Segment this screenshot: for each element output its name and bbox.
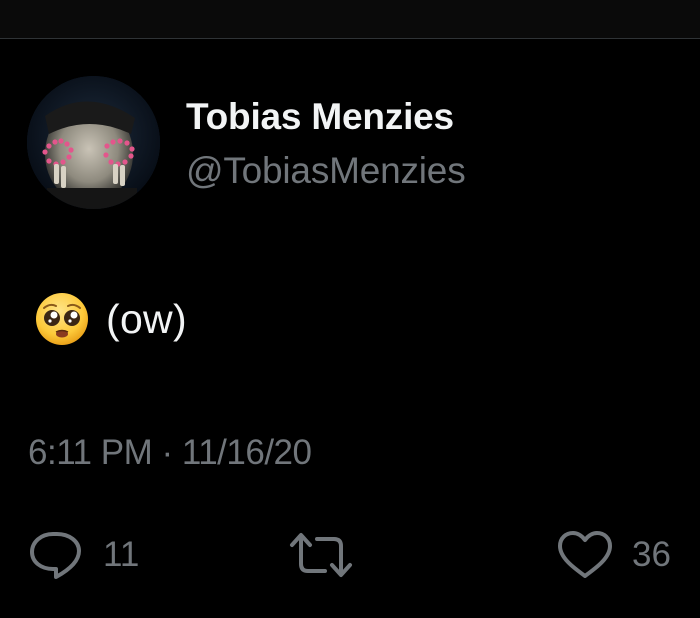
like-count: 36 xyxy=(632,535,671,574)
top-bar xyxy=(0,0,700,39)
reply-button[interactable]: 11 xyxy=(29,530,139,580)
reply-count: 11 xyxy=(103,535,140,574)
author-handle[interactable]: @TobiasMenzies xyxy=(186,150,466,192)
avatar-photo xyxy=(27,76,160,209)
heart-icon xyxy=(558,531,612,578)
retweet-icon xyxy=(290,533,352,577)
author-name[interactable]: Tobias Menzies xyxy=(186,96,454,138)
tweet-body: (ow) xyxy=(34,291,187,347)
tweet-timestamp[interactable]: 6:11 PM · 11/16/20 xyxy=(28,433,312,473)
retweet-button[interactable] xyxy=(287,530,373,580)
reply-icon xyxy=(30,532,81,579)
like-button[interactable]: 36 xyxy=(556,530,671,580)
tweet-text: (ow) xyxy=(106,295,187,342)
pleading-face-emoji xyxy=(36,293,88,345)
author-avatar[interactable] xyxy=(27,76,160,209)
